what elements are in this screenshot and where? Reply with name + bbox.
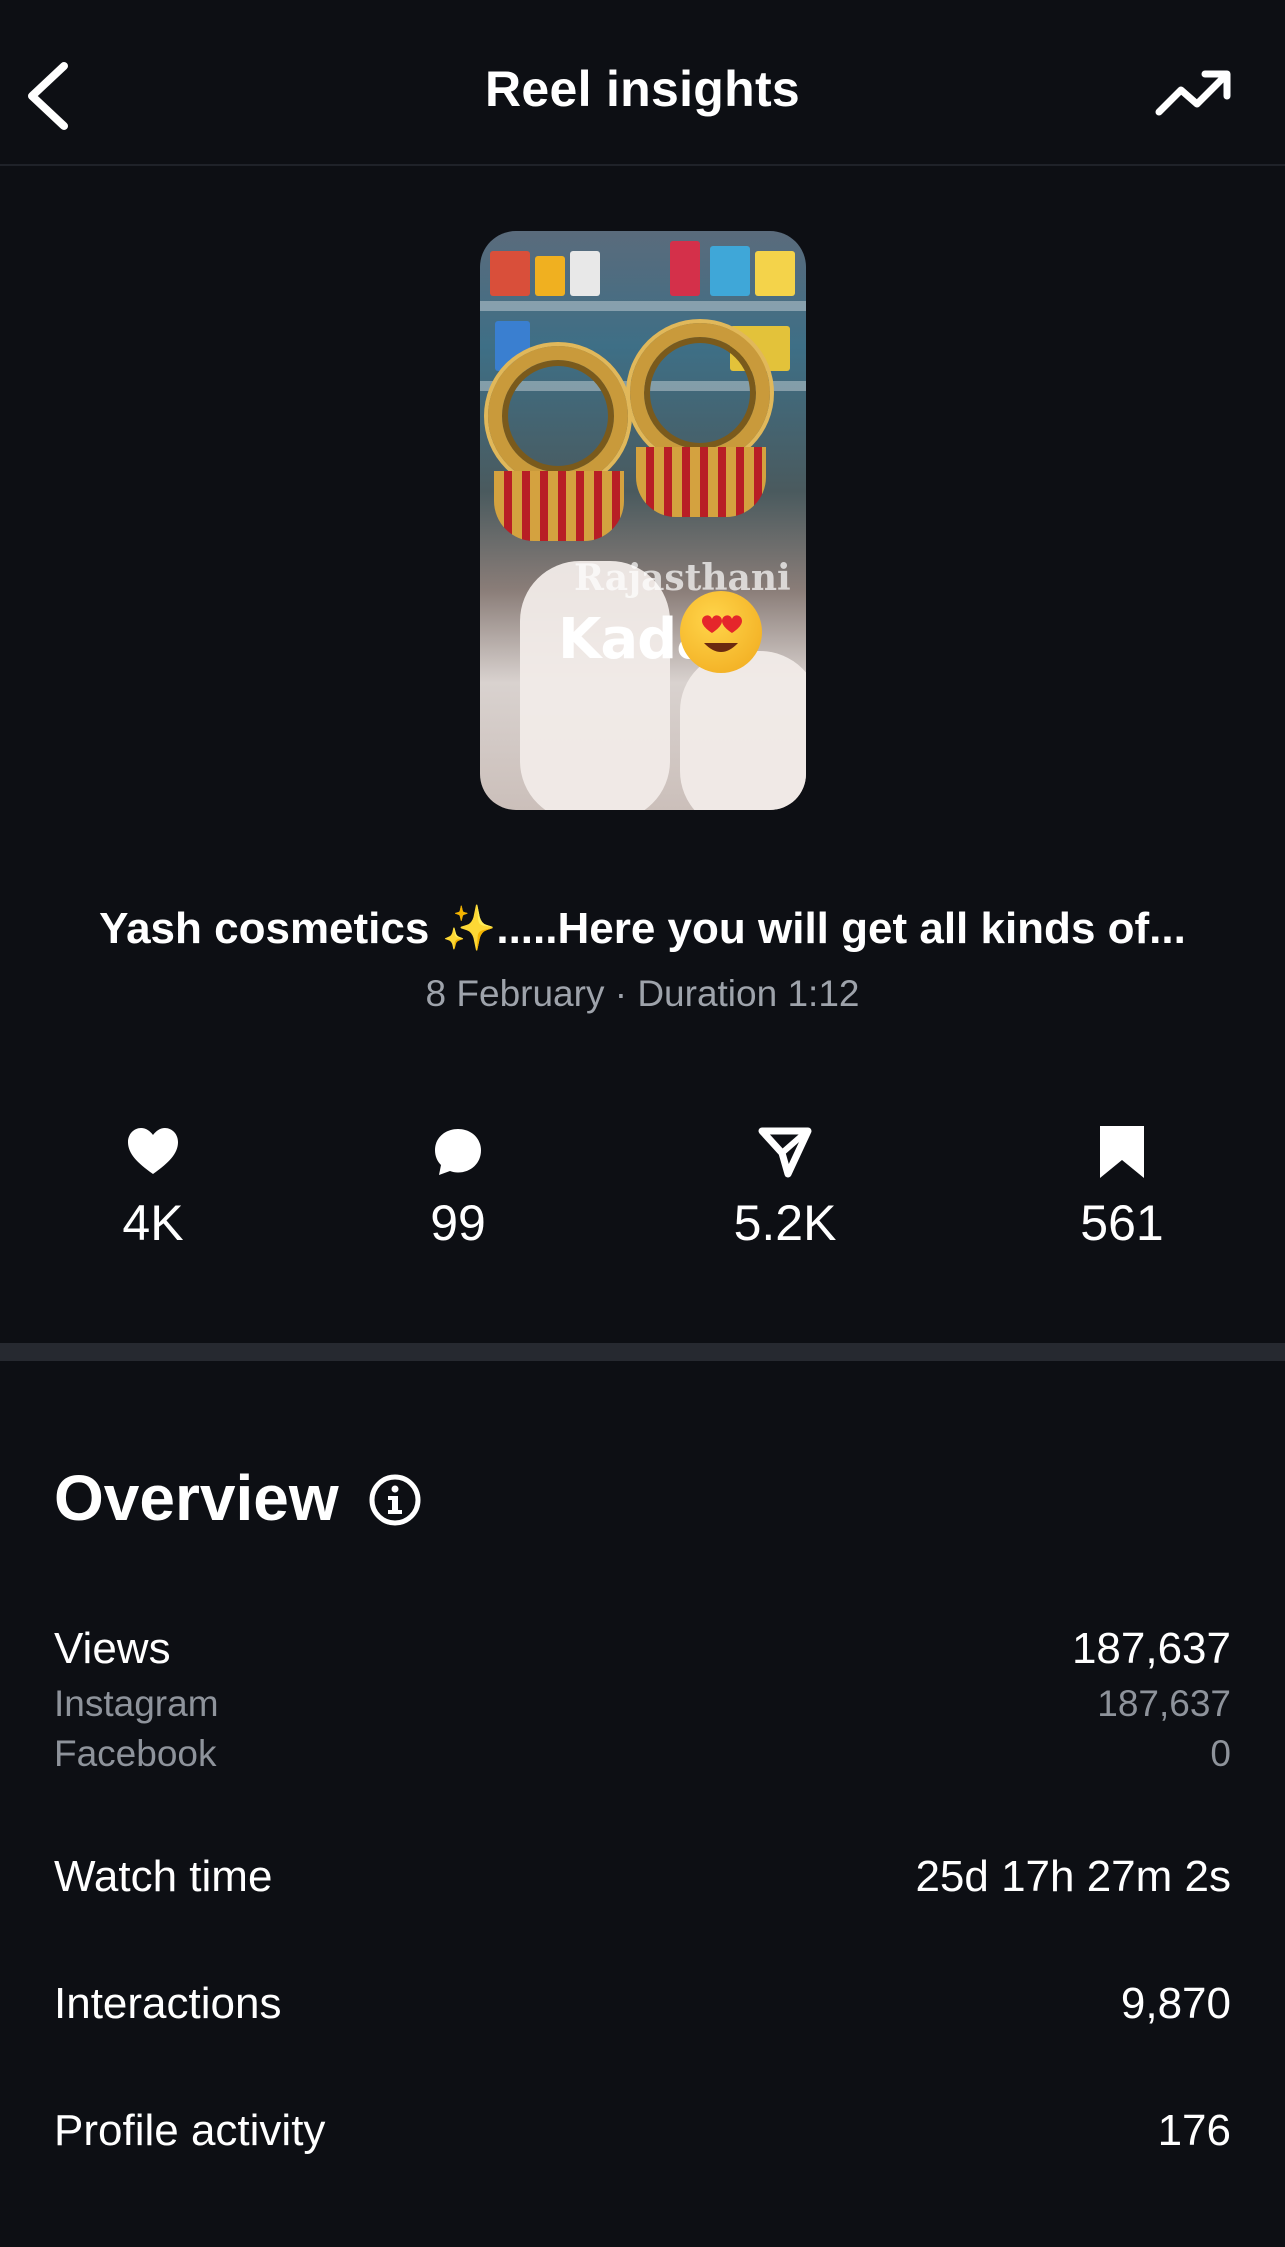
reel-thumbnail[interactable]: Rajasthani Kada [480,231,806,810]
thumbnail-shelf [480,301,806,311]
facebook-label: Facebook [54,1733,217,1774]
shares-stat[interactable]: 5.2K [725,1124,845,1252]
thumbnail-product [535,256,565,296]
comments-count: 99 [430,1195,486,1251]
bookmark-icon [1100,1126,1144,1178]
reel-caption: Yash cosmetics ✨.....Here you will get a… [99,904,1186,953]
top-bar: Reel insights [0,0,1285,166]
watch-time-label: Watch time [54,1852,273,1901]
likes-stat[interactable]: 4K [103,1124,203,1252]
saves-count: 561 [1080,1195,1164,1251]
thumbnail-earring-drops [636,447,766,517]
watch-time-value: 25d 17h 27m 2s [915,1852,1231,1901]
trending-up-icon [1155,70,1231,116]
trends-button[interactable] [1153,66,1233,122]
interactions-label: Interactions [54,1979,282,2028]
saves-stat[interactable]: 561 [1072,1124,1172,1252]
reel-meta: 8 February · Duration 1:12 [425,973,860,1014]
heart-icon [128,1128,178,1174]
heart-eyes-emoji-icon [680,591,762,673]
interactions-value: 9,870 [1120,1979,1231,2028]
profile-activity-label: Profile activity [54,2106,326,2155]
overview-title: Overview [54,1462,339,1534]
comments-stat[interactable]: 99 [408,1124,508,1252]
likes-count: 4K [122,1195,184,1251]
thumbnail-sleeve [680,651,806,810]
section-divider [0,1343,1285,1361]
thumbnail-earring [488,346,628,486]
instagram-label: Instagram [54,1683,219,1724]
thumbnail-product [490,251,530,296]
profile-activity-value: 176 [1157,2106,1231,2155]
shares-count: 5.2K [733,1195,837,1251]
thumbnail-product [755,251,795,296]
comment-icon [435,1129,481,1175]
thumbnail-product [570,251,600,296]
reel-insights-page: Reel insights Rajasthani Kada Yash cosme… [0,0,1285,2247]
facebook-value: 0 [1210,1733,1231,1774]
thumbnail-earring-drops [494,471,624,541]
info-icon [369,1474,421,1526]
send-icon [758,1127,812,1178]
views-label: Views [54,1624,171,1673]
instagram-value: 187,637 [1097,1683,1231,1724]
info-button[interactable] [368,1473,422,1527]
thumbnail-product [710,246,750,296]
page-title: Reel insights [484,61,801,117]
views-value: 187,637 [1071,1624,1231,1673]
thumbnail-earring [630,323,770,463]
thumbnail-product [670,241,700,296]
